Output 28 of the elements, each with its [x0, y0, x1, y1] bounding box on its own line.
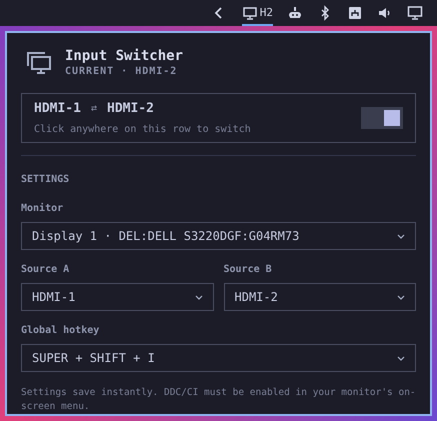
chevron-icon — [397, 356, 405, 360]
display-icon — [407, 5, 423, 21]
dropdown[interactable]: HDMI-2 — [224, 283, 416, 311]
source-label: HDMI-2 — [107, 100, 154, 118]
dropdown[interactable]: Display 1 · DEL:DELL S3220DGF:G04RM73 — [21, 222, 416, 250]
chevron-icon — [397, 294, 405, 300]
field-label: Global hotkey — [21, 324, 100, 338]
field-label: Source B — [224, 263, 273, 277]
toggle-switch[interactable] — [361, 107, 403, 130]
field-label: Source A — [21, 263, 70, 277]
chevron-icon — [397, 234, 405, 238]
panel-title: Input Switcher — [65, 47, 184, 65]
dropdown[interactable]: HDMI-1 — [21, 283, 214, 311]
section-heading: SETTINGS — [21, 173, 70, 187]
help-text: Settings save instantly. DDC/CI must be enabled in your monitor's on-screen menu. — [21, 386, 416, 414]
source-label: HDMI-1 — [34, 100, 81, 118]
switch-row[interactable]: HDMI-1 ⇄ HDMI-2 Click anywhere on this row to switch — [21, 93, 416, 144]
field-label: Monitor — [21, 202, 64, 216]
monitor-icon — [27, 52, 51, 74]
network-icon — [347, 5, 363, 21]
tray-button[interactable]: H2 — [242, 0, 273, 26]
dropdown[interactable]: SUPER + SHIFT + I — [21, 344, 416, 372]
chevron-icon — [194, 294, 202, 300]
monitor-icon — [242, 5, 258, 21]
robot-icon — [287, 5, 303, 21]
row-hint: Click anywhere on this row to switch — [34, 123, 251, 138]
swap-icon: ⇄ — [90, 101, 97, 116]
current-source: CURRENT · HDMI-2 — [65, 65, 178, 79]
